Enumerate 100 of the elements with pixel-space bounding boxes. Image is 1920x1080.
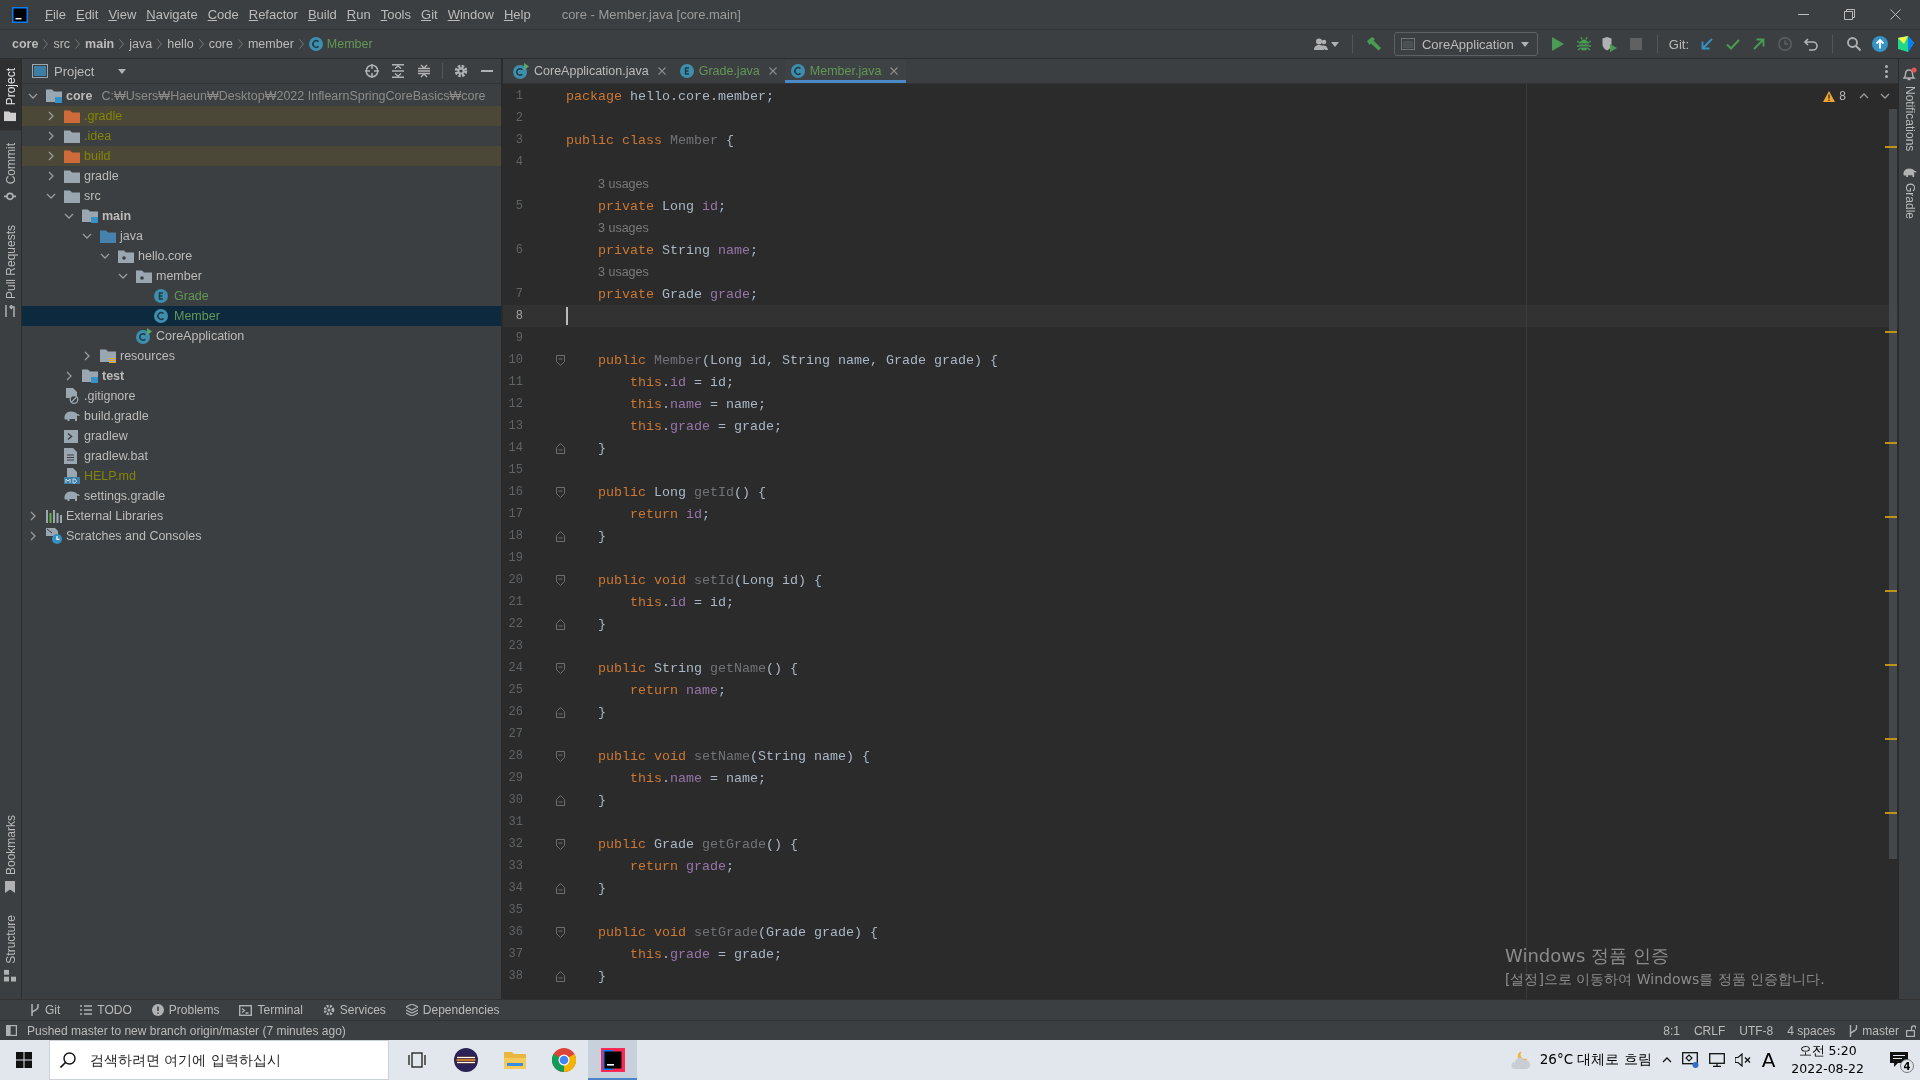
tree-item[interactable]: hello.core	[22, 246, 501, 266]
project-view-dropdown[interactable]: Project	[28, 63, 131, 79]
chevron-down-icon[interactable]	[82, 233, 92, 239]
chevron-right-icon[interactable]	[48, 111, 54, 121]
tree-item[interactable]: main	[22, 206, 501, 226]
usage-hint[interactable]: 3 usages	[598, 221, 649, 235]
tree-item[interactable]: test	[22, 366, 501, 386]
menu-item[interactable]: Git	[416, 7, 443, 22]
tree-item[interactable]: gradle	[22, 166, 501, 186]
breadcrumb[interactable]: Member	[308, 37, 373, 51]
chevron-down-icon[interactable]	[100, 253, 110, 259]
tool-window-button[interactable]: Commit	[0, 134, 21, 212]
line-separator[interactable]: CRLF	[1686, 1023, 1733, 1038]
search-field[interactable]: 검색하려면 여기에 입력하십시	[49, 1040, 389, 1080]
breadcrumb[interactable]: hello	[167, 37, 194, 51]
menu-item[interactable]: Code	[202, 7, 244, 22]
tree-item[interactable]: java	[22, 226, 501, 246]
breadcrumb[interactable]: core	[208, 37, 233, 51]
menu-item[interactable]: Refactor	[243, 7, 303, 22]
tree-item[interactable]: member	[22, 266, 501, 286]
square-icon[interactable]	[6, 1025, 17, 1036]
chevron-right-icon[interactable]	[48, 171, 54, 181]
breadcrumb[interactable]: member	[247, 37, 294, 51]
tool-window-button[interactable]: Bookmarks	[0, 806, 21, 903]
menu-item[interactable]: Run	[341, 7, 376, 22]
menu-item[interactable]: Tools	[375, 7, 416, 22]
tree-item[interactable]: External Libraries	[22, 506, 501, 526]
indent-setting[interactable]: 4 spaces	[1780, 1023, 1843, 1038]
input-mode-indicator[interactable]: A	[1755, 1048, 1784, 1072]
tree-item[interactable]: Member	[22, 306, 501, 326]
tool-window-button[interactable]: Pull Requests	[0, 215, 21, 326]
close-icon[interactable]	[890, 67, 899, 75]
chevron-right-icon[interactable]	[30, 531, 36, 541]
tree-item[interactable]: .gitignore	[22, 386, 501, 406]
close-icon[interactable]	[657, 67, 666, 75]
breadcrumb[interactable]: java	[129, 37, 153, 51]
usage-hint[interactable]: 3 usages	[598, 265, 649, 279]
warning-marker-icon[interactable]	[1885, 590, 1897, 592]
tool-window-button[interactable]: Git	[24, 1000, 67, 1020]
menu-item[interactable]: Navigate	[141, 7, 203, 22]
menu-item[interactable]: Build	[302, 7, 342, 22]
warning-marker-icon[interactable]	[1885, 516, 1897, 518]
warning-marker-icon[interactable]	[1885, 664, 1897, 666]
tree-item[interactable]: Scratches and Consoles	[22, 526, 501, 546]
tool-window-button[interactable]: Services	[316, 1000, 392, 1020]
tool-window-button[interactable]: Notifications	[1899, 63, 1920, 156]
tree-item[interactable]: build.gradle	[22, 406, 501, 426]
warning-marker-icon[interactable]	[1885, 738, 1897, 740]
file-encoding[interactable]: UTF-8	[1732, 1023, 1781, 1038]
tree-item[interactable]: settings.gradle	[22, 486, 501, 506]
warning-marker-icon[interactable]	[1885, 146, 1897, 148]
breadcrumb[interactable]: core	[12, 37, 39, 51]
notification-button[interactable]: 4	[1878, 1040, 1920, 1080]
chevron-right-icon[interactable]	[84, 351, 90, 361]
tool-window-button[interactable]: Gradle	[1899, 163, 1920, 224]
branch-widget[interactable]: master	[1842, 1023, 1906, 1038]
tool-window-button[interactable]: Problems	[145, 1000, 226, 1020]
editor-tab[interactable]: Grade.java	[673, 59, 785, 83]
chevron-down-icon[interactable]	[28, 93, 38, 99]
tree-item[interactable]: src	[22, 186, 501, 206]
chevron-right-icon[interactable]	[48, 151, 54, 161]
tool-window-button[interactable]: Project	[0, 59, 21, 131]
usage-hint[interactable]: 3 usages	[598, 177, 649, 191]
next-warning-button[interactable]	[1878, 91, 1892, 101]
menu-item[interactable]: Window	[442, 7, 499, 22]
chevron-down-icon[interactable]	[64, 213, 74, 219]
tree-item[interactable]: resources	[22, 346, 501, 366]
chevron-right-icon[interactable]	[48, 131, 54, 141]
previous-warning-button[interactable]	[1857, 91, 1871, 101]
chevron-down-icon[interactable]	[118, 273, 128, 279]
menu-item[interactable]: Edit	[70, 7, 104, 22]
tree-item[interactable]: gradlew.bat	[22, 446, 501, 466]
chevron-right-icon[interactable]	[30, 511, 36, 521]
caret-position[interactable]: 8:1	[1656, 1023, 1687, 1038]
breadcrumb[interactable]: src	[53, 37, 71, 51]
tree-item[interactable]: gradlew	[22, 426, 501, 446]
tool-window-button[interactable]: Terminal	[233, 1000, 309, 1020]
weather-button[interactable]: 26°C 대체로 흐림	[1504, 1040, 1657, 1080]
tree-item[interactable]: CoreApplication	[22, 326, 501, 346]
chevron-down-icon[interactable]	[46, 193, 56, 199]
close-icon[interactable]	[768, 67, 777, 75]
taskbar-app-button[interactable]	[588, 1040, 637, 1080]
menu-item[interactable]: File	[40, 7, 71, 22]
warning-marker-icon[interactable]	[1885, 812, 1897, 814]
tree-item[interactable]: Grade	[22, 286, 501, 306]
editor-tab[interactable]: CoreApplication.java	[507, 59, 674, 83]
chevron-right-icon[interactable]	[66, 371, 72, 381]
clock-button[interactable]: 오전 5:20 2022-08-22	[1783, 1040, 1872, 1080]
run-configuration-dropdown[interactable]: CoreApplication	[1394, 32, 1538, 56]
scrollbar-thumb[interactable]	[1889, 109, 1897, 859]
tool-window-button[interactable]: Dependencies	[399, 1000, 506, 1020]
menu-item[interactable]: View	[103, 7, 142, 22]
tool-window-button[interactable]: TODO	[74, 1000, 138, 1020]
warning-marker-icon[interactable]	[1885, 331, 1897, 333]
tool-window-button[interactable]: Structure	[0, 906, 21, 991]
warning-marker-icon[interactable]	[1885, 442, 1897, 444]
tree-item[interactable]: core C:₩Users₩Haeun₩Desktop₩2022 InflearnSpringCoreBasics₩core	[22, 86, 501, 106]
padlock-icon[interactable]	[1906, 1024, 1916, 1037]
menu-item[interactable]: Help	[498, 7, 536, 22]
breadcrumb[interactable]: main	[85, 37, 115, 51]
